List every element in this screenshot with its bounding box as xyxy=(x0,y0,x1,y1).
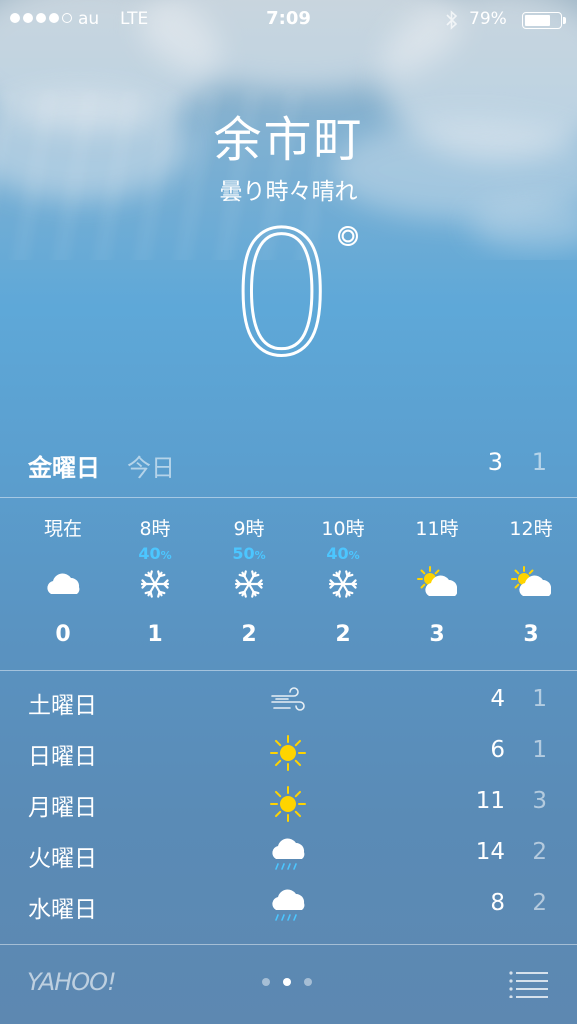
hourly-time: 8時 xyxy=(139,518,171,540)
status-bar: au LTE 7:09 79% xyxy=(0,0,577,40)
daily-high: 8 xyxy=(490,890,505,916)
today-low: 1 xyxy=(531,448,547,476)
degree-symbol: ° xyxy=(334,216,363,284)
battery-icon xyxy=(522,12,562,29)
hourly-item: 10時 40% 2 xyxy=(298,510,388,660)
daily-day: 火曜日 xyxy=(28,846,97,872)
today-high: 3 xyxy=(487,448,503,476)
today-day: 金曜日 xyxy=(28,454,100,482)
hourly-item: 11時 3 xyxy=(392,510,482,660)
daily-row: 火曜日 14 2 xyxy=(0,833,577,883)
percent-unit: % xyxy=(348,549,360,562)
hourly-time: 現在 xyxy=(43,518,82,540)
hourly-temperature: 3 xyxy=(429,622,445,647)
rain-icon xyxy=(268,835,308,875)
daily-day: 水曜日 xyxy=(28,897,97,923)
hourly-item: 9時 50% 2 xyxy=(204,510,294,660)
partly-sunny-icon xyxy=(511,564,552,604)
daily-row: 日曜日 6 1 xyxy=(0,731,577,781)
battery-tip xyxy=(563,17,566,24)
daily-day: 土曜日 xyxy=(28,693,97,719)
page-indicator[interactable] xyxy=(262,978,312,986)
hourly-time: 11時 xyxy=(415,518,459,540)
hourly-time: 12時 xyxy=(509,518,553,540)
hourly-temperature: 1 xyxy=(147,622,163,647)
percent-unit: % xyxy=(254,549,266,562)
hourly-temperature: 0 xyxy=(55,622,71,647)
daily-low: 1 xyxy=(532,686,547,712)
today-label: 今日 xyxy=(127,454,175,482)
battery-percentage: 79% xyxy=(469,9,507,29)
snow-icon xyxy=(229,564,269,604)
rain-icon xyxy=(268,886,308,926)
precipitation-chance: 40% xyxy=(326,544,360,563)
daily-high: 4 xyxy=(490,686,505,712)
list-icon xyxy=(509,971,548,999)
city-name: 余市町 xyxy=(213,112,364,168)
current-temperature: 0 ° xyxy=(0,195,577,396)
divider xyxy=(0,944,577,945)
hourly-item: 12時 3 xyxy=(486,510,576,660)
daily-low: 1 xyxy=(532,737,547,763)
temperature-value: 0 xyxy=(228,210,336,370)
daily-high: 11 xyxy=(475,788,505,814)
yahoo-logo[interactable]: YAHOO! xyxy=(27,968,117,996)
hourly-temperature: 2 xyxy=(335,622,351,647)
daily-high: 6 xyxy=(490,737,505,763)
page-dot[interactable] xyxy=(283,978,291,986)
page-dot[interactable] xyxy=(304,978,312,986)
page-dot[interactable] xyxy=(262,978,270,986)
percent-unit: % xyxy=(160,549,172,562)
hourly-item: 8時 40% 1 xyxy=(110,510,200,660)
hourly-time: 9時 xyxy=(233,518,265,540)
hourly-temperature: 2 xyxy=(241,622,257,647)
snow-icon xyxy=(135,564,175,604)
cloud-icon xyxy=(43,564,83,604)
daily-low: 2 xyxy=(532,839,547,865)
bluetooth-icon xyxy=(444,8,460,37)
daily-day: 日曜日 xyxy=(28,744,97,770)
divider xyxy=(0,670,577,671)
daily-row: 月曜日 11 3 xyxy=(0,782,577,832)
wind-icon xyxy=(268,682,308,722)
city-list-button[interactable] xyxy=(508,970,550,999)
sun-icon xyxy=(268,733,308,773)
hourly-time: 10時 xyxy=(321,518,365,540)
daily-row: 土曜日 4 1 xyxy=(0,680,577,730)
hourly-temperature: 3 xyxy=(523,622,539,647)
snow-icon xyxy=(323,564,363,604)
today-summary: 金曜日 今日 3 1 xyxy=(0,448,577,488)
daily-row: 水曜日 8 2 xyxy=(0,884,577,934)
daily-high: 14 xyxy=(475,839,505,865)
daily-day: 月曜日 xyxy=(28,795,97,821)
daily-low: 3 xyxy=(532,788,547,814)
precipitation-chance: 40% xyxy=(138,544,172,563)
hourly-item: 現在 0 xyxy=(18,510,108,660)
hourly-forecast[interactable]: 現在 0 8時 40% 1 9時 50% 2 10時 40% 2 11時 3 12時 3 xyxy=(0,510,577,660)
sun-icon xyxy=(268,784,308,824)
precipitation-chance: 50% xyxy=(232,544,266,563)
partly-sunny-icon xyxy=(417,564,458,604)
daily-low: 2 xyxy=(532,890,547,916)
divider xyxy=(0,497,577,498)
weather-condition: 曇り時々晴れ xyxy=(219,179,358,205)
